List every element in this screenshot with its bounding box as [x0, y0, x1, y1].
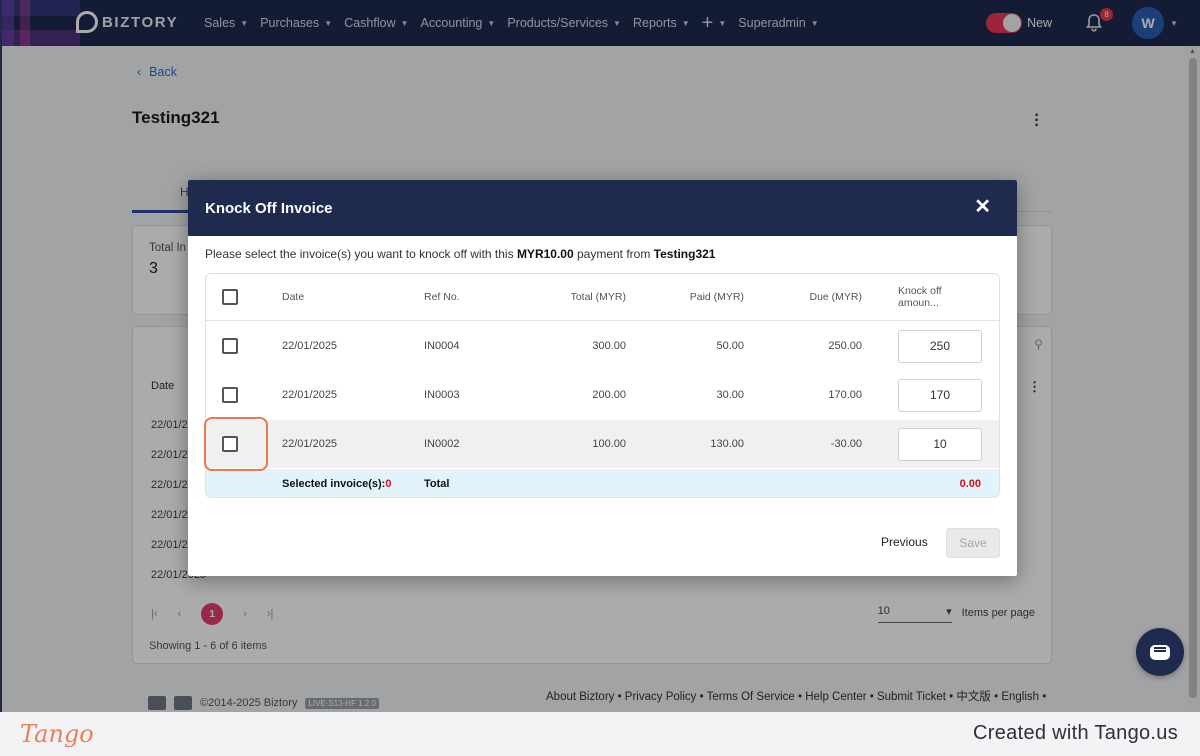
row-select-cell: [222, 371, 238, 419]
invoice-total: 200.00: [592, 389, 626, 401]
modal-title: Knock Off Invoice: [205, 199, 333, 217]
knock-off-cell: 250: [898, 322, 984, 370]
table-row[interactable]: 22/01/2025 IN0003 200.00 30.00 170.00 17…: [206, 371, 999, 419]
invoice-due: 250.00: [828, 340, 862, 352]
close-icon[interactable]: ✕: [974, 197, 991, 217]
invoice-total: 300.00: [592, 340, 626, 352]
knock-off-amount-input[interactable]: 170: [898, 378, 982, 412]
invoice-date: 22/01/2025: [282, 340, 338, 352]
invoice-ref: IN0003: [424, 389, 460, 401]
header-due: Due (MYR): [809, 291, 862, 303]
tango-click-highlight: [204, 417, 268, 471]
invoice-total: 100.00: [592, 438, 626, 450]
header-ref-no: Ref No.: [424, 291, 460, 303]
modal-header: Knock Off Invoice ✕: [188, 180, 1017, 236]
invoice-ref: IN0002: [424, 438, 460, 450]
total-amount: 0.00: [959, 478, 981, 490]
tango-logo: Tango: [20, 720, 94, 748]
customer-name: Testing321: [653, 247, 716, 261]
knock-off-amount-input[interactable]: 10: [898, 427, 982, 461]
previous-button[interactable]: Previous: [881, 535, 928, 549]
header-date: Date: [282, 291, 305, 303]
invoice-paid: 30.00: [716, 389, 744, 401]
invoice-table: Date Ref No. Total (MYR) Paid (MYR) Due …: [205, 273, 1000, 498]
row-select-cell: [222, 322, 238, 370]
table-row[interactable]: 22/01/2025 IN0004 300.00 50.00 250.00 25…: [206, 322, 999, 370]
select-all-cell: [222, 274, 238, 320]
select-all-checkbox[interactable]: [222, 289, 238, 305]
invoice-ref: IN0004: [424, 340, 460, 352]
message-prefix: Please select the invoice(s) you want to…: [205, 247, 517, 261]
invoice-date: 22/01/2025: [282, 438, 338, 450]
header-total: Total (MYR): [570, 291, 626, 303]
header-knock-off: Knock off amoun...: [898, 285, 942, 309]
knock-off-cell: 10: [898, 420, 984, 468]
header-paid: Paid (MYR): [689, 291, 744, 303]
modal-instructions: Please select the invoice(s) you want to…: [205, 247, 715, 261]
invoice-paid: 130.00: [710, 438, 744, 450]
tango-watermark-bar: Tango Created with Tango.us: [0, 712, 1200, 756]
invoice-paid: 50.00: [716, 340, 744, 352]
invoice-due: -30.00: [830, 438, 862, 450]
selected-invoices: Selected invoice(s): 0: [282, 469, 392, 497]
tango-credit: Created with Tango.us: [973, 722, 1178, 744]
selected-label: Selected invoice(s):: [282, 478, 386, 490]
invoice-date: 22/01/2025: [282, 389, 338, 401]
row-checkbox[interactable]: [222, 338, 238, 354]
table-row[interactable]: 22/01/2025 IN0002 100.00 130.00 -30.00 1…: [206, 420, 999, 468]
knock-off-invoice-modal: Knock Off Invoice ✕ Please select the in…: [188, 180, 1017, 576]
app-frame: BIZTORY Sales ▼ Purchases ▼ Cashflow ▼ Acco…: [0, 0, 1200, 712]
save-button[interactable]: Save: [946, 528, 1000, 558]
total-label: Total: [424, 478, 450, 490]
knock-off-amount-input[interactable]: 250: [898, 329, 982, 363]
selected-count: 0: [385, 478, 392, 490]
totals-row: Selected invoice(s): 0 Total 0.00: [206, 469, 999, 497]
knock-off-cell: 170: [898, 371, 984, 419]
table-header-row: Date Ref No. Total (MYR) Paid (MYR) Due …: [206, 274, 999, 321]
message-middle: payment from: [573, 247, 654, 261]
payment-amount: MYR10.00: [516, 247, 574, 261]
chat-button[interactable]: [1136, 628, 1184, 676]
invoice-due: 170.00: [828, 389, 862, 401]
chat-bubble-icon: [1150, 644, 1170, 660]
row-checkbox[interactable]: [222, 387, 238, 403]
